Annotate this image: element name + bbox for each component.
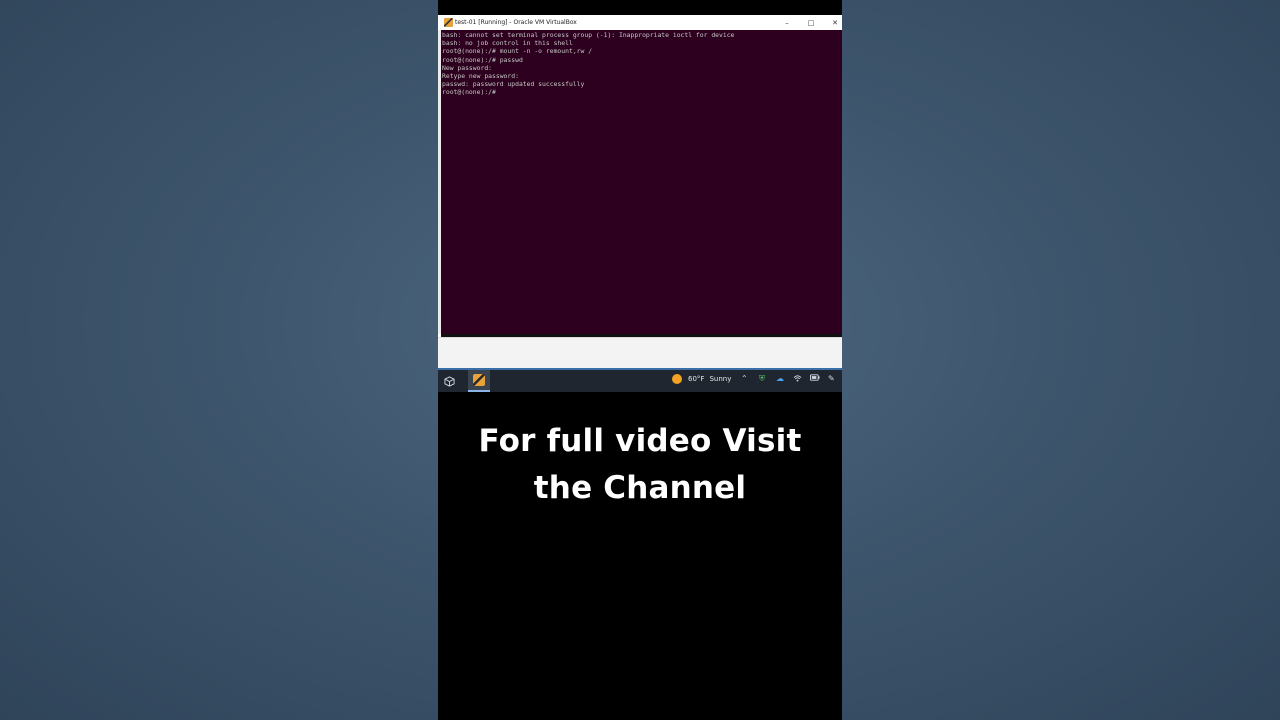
video-caption: For full video Visit the Channel (438, 418, 842, 512)
weather-condition: Sunny (709, 375, 732, 383)
vm-app-icon (473, 374, 485, 386)
terminal-line: bash: cannot set terminal process group … (442, 31, 735, 39)
weather-widget[interactable]: 60°F Sunny (672, 374, 731, 384)
terminal-line: New password: (442, 63, 493, 72)
terminal-line: passwd: password updated successfully (442, 80, 585, 89)
weather-temp: 60°F (688, 375, 705, 383)
terminal-line: Retype new password: (442, 71, 519, 80)
virtualbox-icon[interactable] (438, 370, 460, 392)
terminal-prompt: root@(none):/# (442, 88, 496, 97)
window-title: test-01 [Running] - Oracle VM VirtualBox (455, 19, 577, 26)
caption-line-1: For full video Visit (478, 423, 802, 459)
wifi-glyph (793, 375, 802, 382)
close-button[interactable]: ✕ (823, 15, 842, 30)
terminal-line: root@(none):/# passwd (442, 55, 523, 64)
caption-line-2: the Channel (533, 470, 747, 506)
wifi-icon[interactable] (793, 374, 802, 384)
battery-icon[interactable] (810, 374, 820, 383)
pen-icon[interactable]: ✎ (828, 374, 835, 383)
chevron-up-icon[interactable]: ⌃ (741, 374, 748, 383)
window-titlebar[interactable]: test-01 [Running] - Oracle VM VirtualBox… (438, 15, 842, 30)
terminal-line: bash: no job control in this shell (442, 39, 573, 48)
video-frame: test-01 [Running] - Oracle VM VirtualBox… (438, 0, 842, 720)
sun-icon (672, 374, 682, 384)
virtualbox-app-icon (444, 18, 453, 27)
maximize-button[interactable]: □ (799, 15, 823, 30)
defender-shield-icon[interactable]: ⛨ (759, 374, 765, 384)
minimize-button[interactable]: – (775, 15, 799, 30)
windows-taskbar: 60°F Sunny ⌃ ⛨ ☁ ✎ (438, 368, 842, 392)
terminal-screen[interactable]: bash: cannot set terminal process group … (441, 30, 842, 334)
onedrive-cloud-icon[interactable]: ☁ (776, 374, 784, 383)
virtualbox-window: test-01 [Running] - Oracle VM VirtualBox… (438, 15, 842, 369)
vm-status-bar (438, 337, 842, 369)
battery-glyph (810, 374, 820, 381)
virtualbox-cube-icon (443, 375, 455, 387)
terminal-line: root@(none):/# mount -n -o remount,rw / (442, 47, 593, 56)
vm-window-icon[interactable] (468, 370, 490, 392)
